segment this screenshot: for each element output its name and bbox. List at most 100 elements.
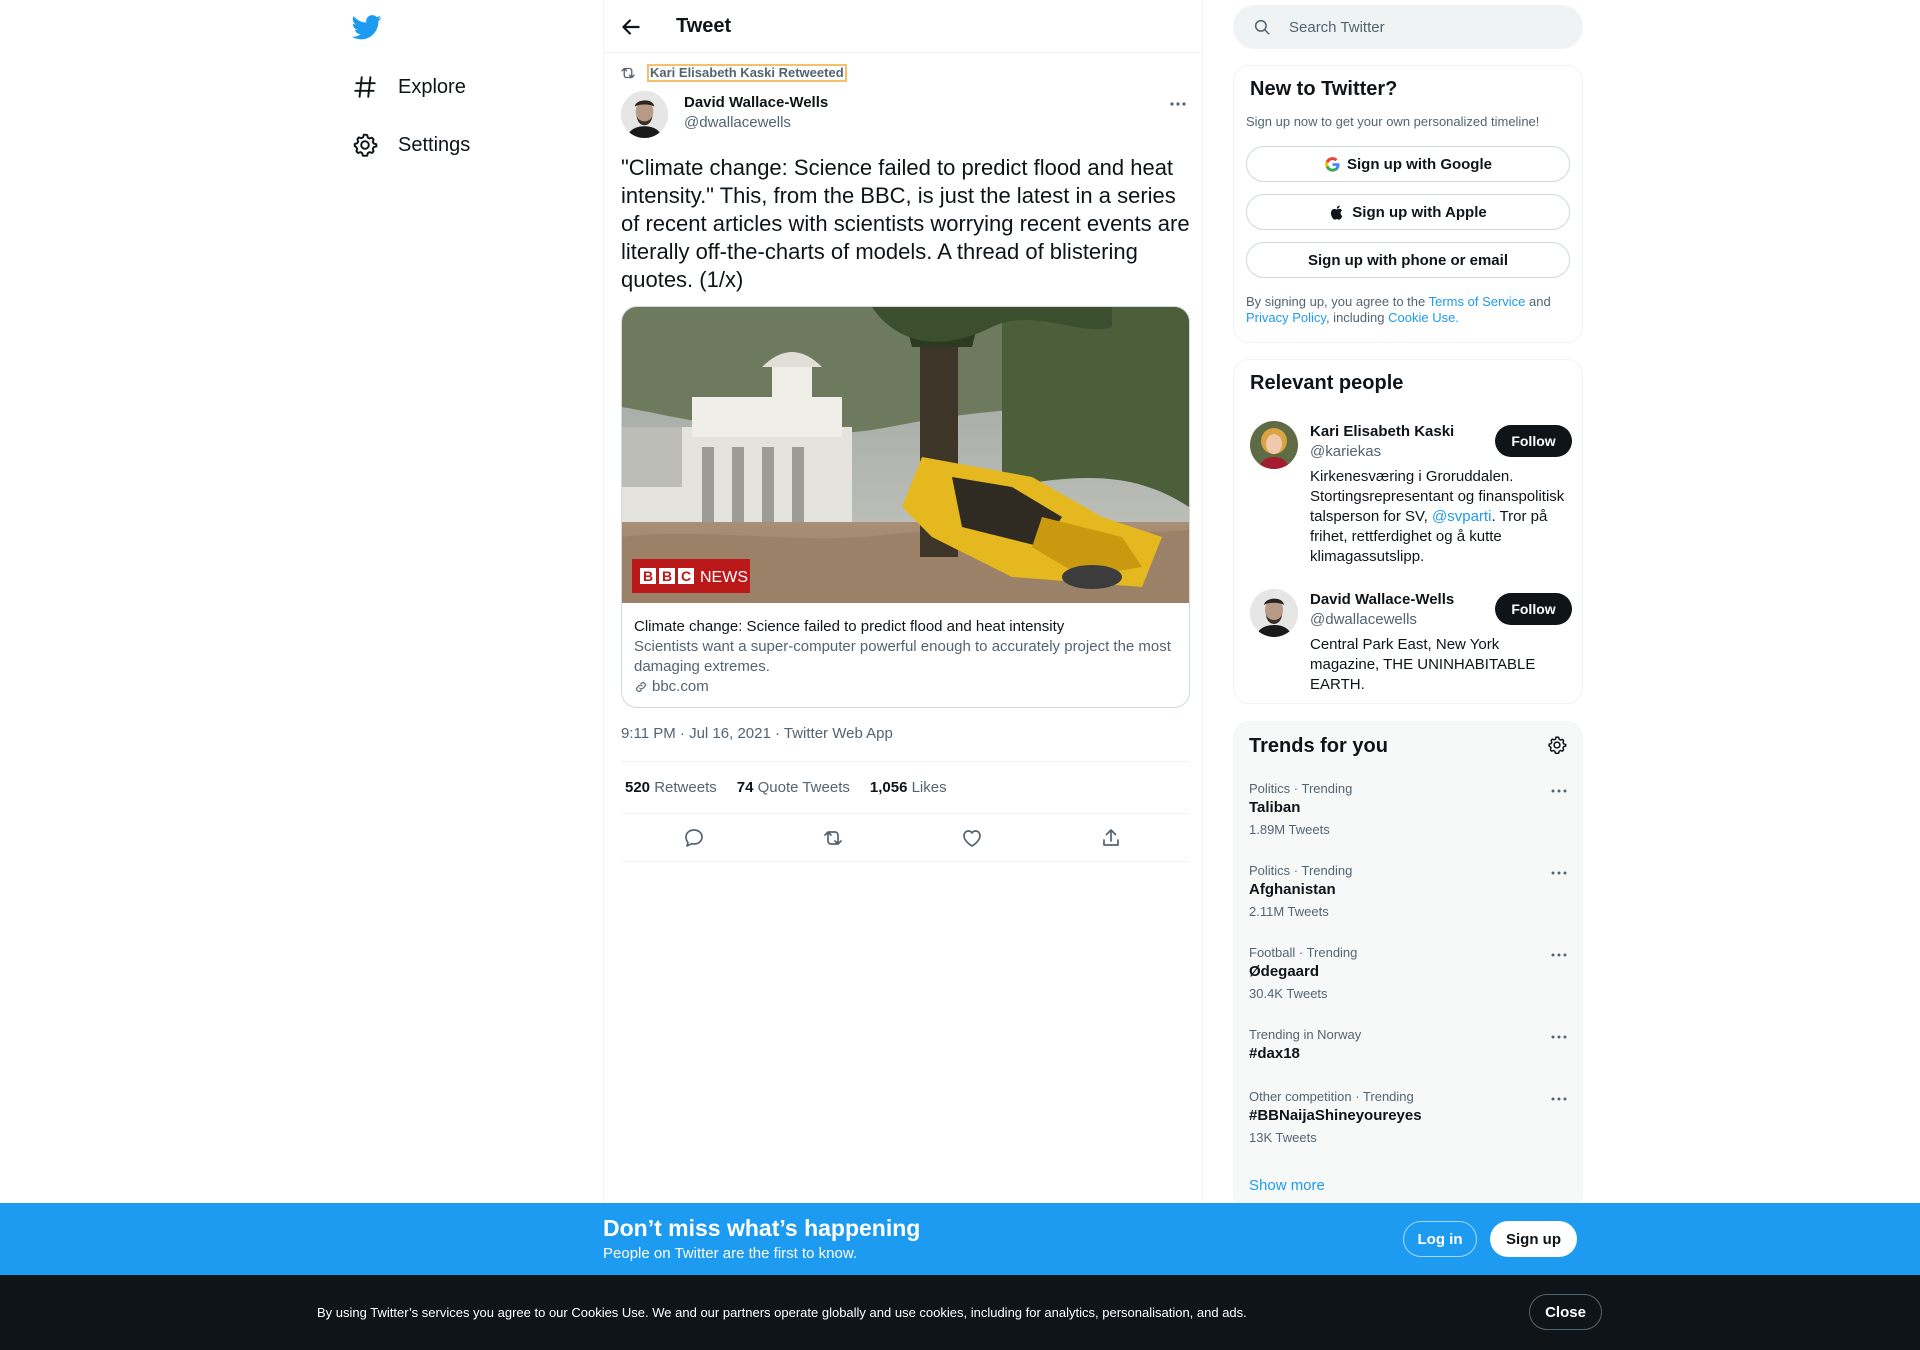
legal-part: and [1525, 294, 1551, 309]
trend-item[interactable]: Politics · Trending Afghanistan 2.11M Tw… [1249, 863, 1569, 923]
signup-phone-label: Sign up with phone or email [1307, 251, 1508, 269]
likes-stat[interactable]: 1,056 Likes [870, 779, 947, 796]
trend-name: #BBNaijaShineyoureyes [1249, 1107, 1422, 1124]
gear-icon [352, 132, 378, 158]
login-button[interactable]: Log in [1403, 1221, 1477, 1257]
trend-context: Other competition · Trending [1249, 1089, 1414, 1104]
trend-item[interactable]: Trending in Norway #dax18 [1249, 1027, 1569, 1065]
retweet-icon [619, 64, 637, 82]
svg-text:B: B [643, 568, 653, 584]
legal-text: By signing up, you agree to the Terms of… [1246, 294, 1572, 326]
search-icon [1253, 18, 1271, 36]
more-options-icon[interactable] [1165, 94, 1191, 114]
trend-name: Ødegaard [1249, 963, 1320, 980]
card-image: B B C NEWS [622, 307, 1189, 603]
hashtag-icon [352, 74, 378, 100]
nav-label: Explore [398, 75, 466, 98]
more-options-icon[interactable] [1549, 1027, 1569, 1047]
more-options-icon[interactable] [1549, 945, 1569, 965]
main-column: Tweet Kari Elisabeth Kaski Retweeted Dav… [603, 0, 1203, 1210]
main-header: Tweet [604, 0, 1202, 53]
signup-banner: Don’t miss what’s happening People on Tw… [0, 1203, 1920, 1275]
svg-text:NEWS: NEWS [700, 569, 748, 586]
cookie-bar: By using Twitter’s services you agree to… [0, 1275, 1920, 1350]
retweeted-by-link[interactable]: Kari Elisabeth Kaski Retweeted [647, 64, 847, 82]
follow-button[interactable]: Follow [1495, 425, 1572, 457]
trend-name: #dax18 [1249, 1045, 1300, 1062]
nav-item-settings[interactable]: Settings [352, 125, 470, 165]
tweet-timestamp[interactable]: 9:11 PM · Jul 16, 2021 · Twitter Web App [621, 725, 893, 742]
person-name[interactable]: David Wallace-Wells [1310, 591, 1454, 608]
close-button[interactable]: Close [1529, 1294, 1602, 1330]
signup-apple-button[interactable]: Sign up with Apple [1246, 194, 1570, 230]
card-body: Climate change: Science failed to predic… [634, 617, 1179, 697]
trend-count: 2.11M Tweets [1249, 904, 1329, 919]
privacy-link[interactable]: Privacy Policy [1246, 310, 1326, 325]
follow-button[interactable]: Follow [1495, 593, 1572, 625]
panel-title: Trends for you [1249, 735, 1388, 757]
likes-count: 1,056 [869, 779, 908, 796]
cookie-text: By using Twitter’s services you agree to… [317, 1305, 1247, 1320]
signup-button[interactable]: Sign up [1490, 1221, 1577, 1257]
back-arrow-icon[interactable] [618, 14, 644, 40]
signup-apple-label: Sign up with Apple [1352, 203, 1487, 221]
gear-icon[interactable] [1547, 735, 1567, 755]
panel-subtitle: Sign up now to get your own personalized… [1246, 114, 1540, 129]
signup-google-button[interactable]: Sign up with Google [1246, 146, 1570, 182]
retweets-label: Retweets [654, 779, 717, 796]
trend-item[interactable]: Other competition · Trending #BBNaijaShi… [1249, 1089, 1569, 1149]
trend-context: Politics · Trending [1249, 863, 1353, 878]
terms-link[interactable]: Terms of Service [1429, 294, 1526, 309]
legal-part: By signing up, you agree to the [1246, 294, 1429, 309]
quote-tweets-stat[interactable]: 74 Quote Tweets [737, 779, 850, 796]
avatar[interactable] [621, 91, 668, 138]
link-icon [636, 682, 646, 692]
tweet-author: David Wallace-Wells @dwallacewells [621, 88, 1191, 138]
author-handle[interactable]: @dwallacewells [684, 114, 791, 131]
signup-google-label: Sign up with Google [1347, 155, 1492, 173]
retweets-stat[interactable]: 520 Retweets [625, 779, 717, 796]
trend-item[interactable]: Politics · Trending Taliban 1.89M Tweets [1249, 781, 1569, 841]
cookie-use-link[interactable]: Cookie Use. [1388, 310, 1459, 325]
avatar[interactable] [1250, 421, 1298, 469]
twitter-logo-icon[interactable] [351, 12, 382, 42]
quote-tweets-label: Quote Tweets [757, 779, 850, 796]
tweet-actions [621, 814, 1189, 862]
author-name[interactable]: David Wallace-Wells [684, 94, 828, 111]
tweet-stats: 520 Retweets 74 Quote Tweets 1,056 Likes [621, 761, 1189, 814]
more-options-icon[interactable] [1549, 781, 1569, 801]
trend-name: Taliban [1249, 799, 1301, 816]
person-handle[interactable]: @kariekas [1310, 443, 1381, 460]
person-handle[interactable]: @dwallacewells [1310, 611, 1417, 628]
avatar[interactable] [1250, 589, 1298, 637]
card-description: Scientists want a super-computer powerfu… [634, 638, 1171, 675]
trend-item[interactable]: Football · Trending Ødegaard 30.4K Tweet… [1249, 945, 1569, 1005]
more-options-icon[interactable] [1549, 863, 1569, 883]
tweet-text: "Climate change: Science failed to predi… [621, 155, 1190, 292]
legal-part: , including [1325, 310, 1389, 325]
likes-label: Likes [911, 779, 947, 796]
signup-phone-email-button[interactable]: Sign up with phone or email [1246, 242, 1570, 278]
reply-icon[interactable] [682, 826, 706, 850]
link-card[interactable]: B B C NEWS Climate change: Science faile… [621, 306, 1190, 708]
page-title: Tweet [676, 15, 732, 37]
search-bar[interactable] [1233, 5, 1583, 49]
svg-text:C: C [681, 568, 691, 584]
search-input[interactable] [1289, 5, 1569, 49]
like-heart-icon[interactable] [960, 826, 984, 850]
trend-context: Trending in Norway [1249, 1027, 1362, 1042]
card-domain: bbc.com [634, 677, 1179, 697]
share-icon[interactable] [1099, 826, 1123, 850]
show-more-link[interactable]: Show more [1249, 1177, 1325, 1194]
panel-title: Relevant people [1250, 372, 1404, 394]
banner-subtitle: People on Twitter are the first to know. [603, 1245, 858, 1262]
retweet-icon[interactable] [821, 826, 845, 850]
more-options-icon[interactable] [1549, 1089, 1569, 1109]
trend-count: 13K Tweets [1249, 1130, 1317, 1145]
retweets-count: 520 [625, 779, 651, 796]
person-name[interactable]: Kari Elisabeth Kaski [1310, 423, 1454, 440]
mention-link[interactable]: @svparti [1432, 508, 1491, 525]
nav-label: Settings [398, 133, 471, 156]
card-title: Climate change: Science failed to predic… [634, 618, 1065, 635]
nav-item-explore[interactable]: Explore [352, 67, 466, 107]
